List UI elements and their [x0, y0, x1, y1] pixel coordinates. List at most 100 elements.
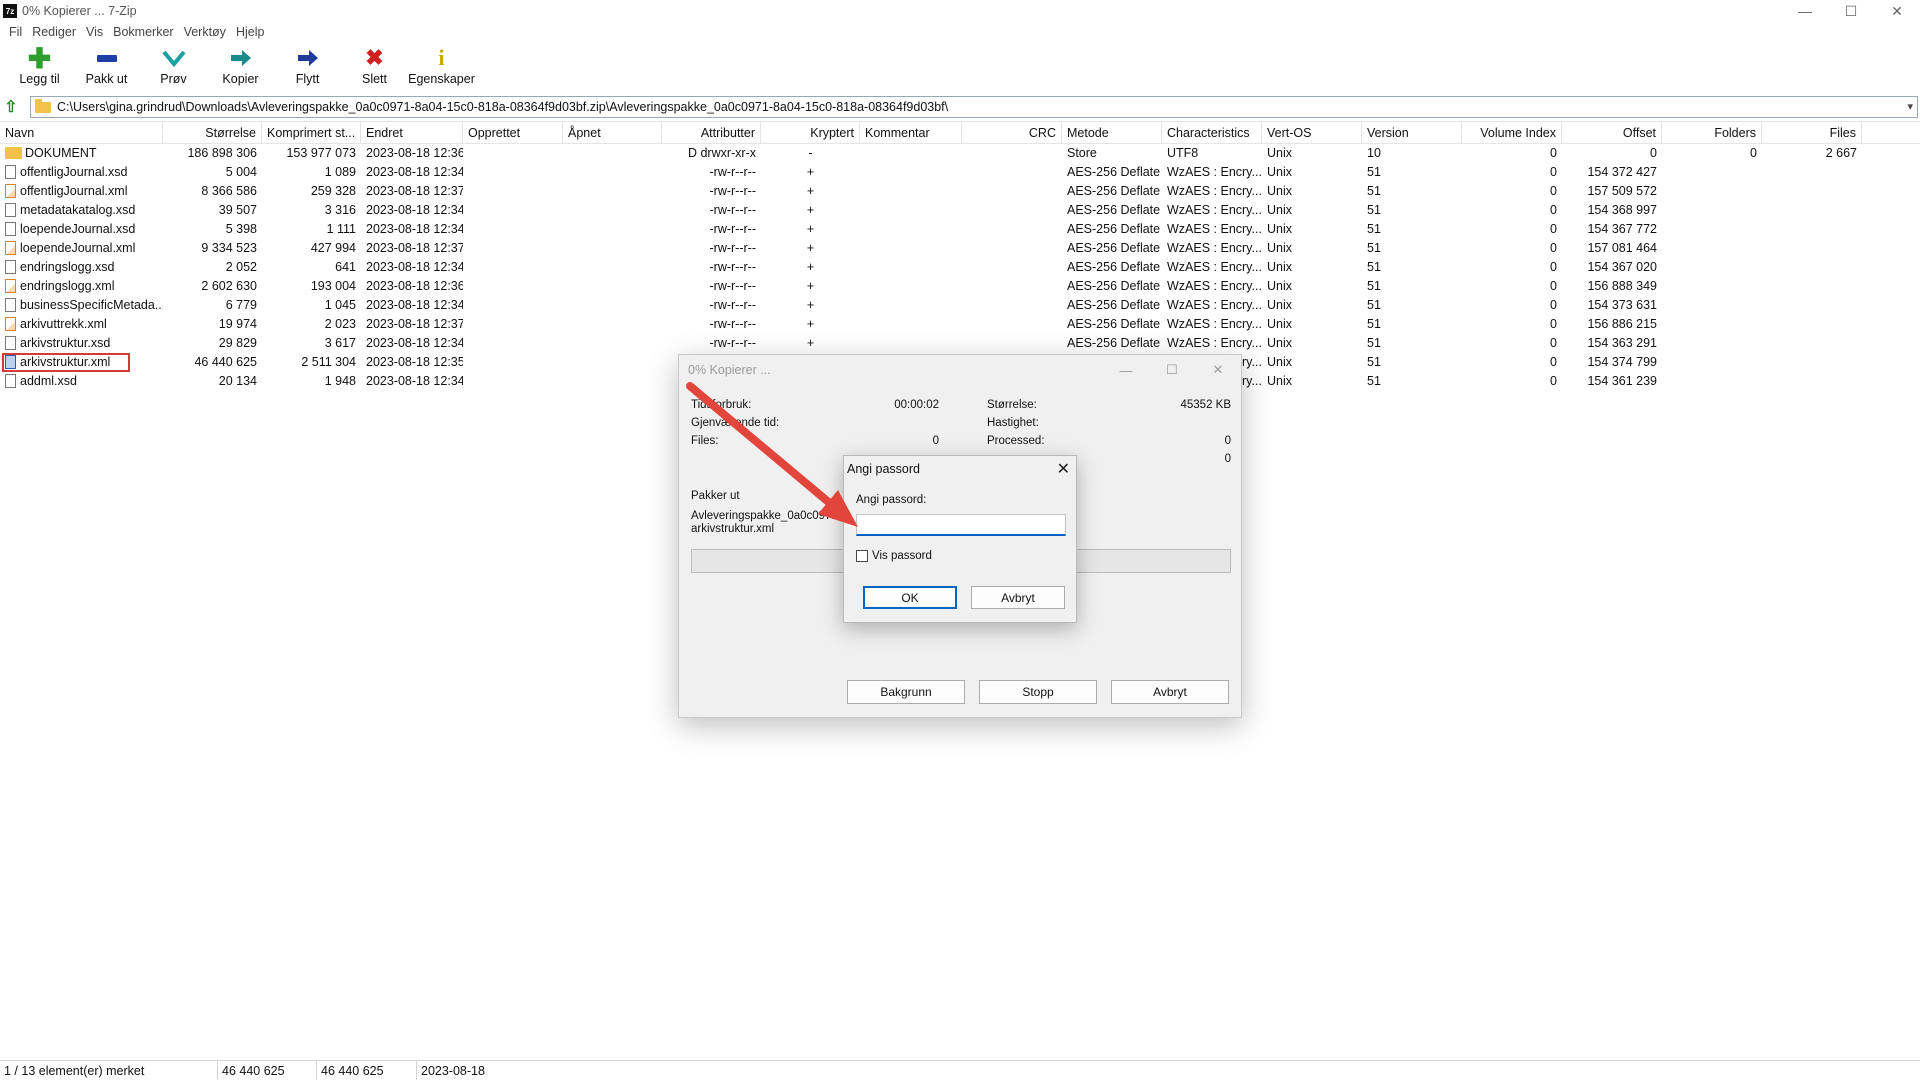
up-folder-button[interactable]: ⇧ — [0, 96, 22, 118]
stop-button[interactable]: Stopp — [979, 680, 1097, 704]
col-volume-index[interactable]: Volume Index — [1462, 122, 1562, 144]
cell-folders — [1662, 163, 1762, 182]
cell-size: 5 004 — [225, 165, 257, 179]
maximize-button[interactable]: ☐ — [1828, 0, 1874, 22]
cancel-button[interactable]: Avbryt — [971, 586, 1065, 609]
cell-packed: 193 004 — [310, 279, 356, 293]
cell-os: Unix — [1267, 260, 1293, 274]
background-button[interactable]: Bakgrunn — [847, 680, 965, 704]
minimize-button[interactable]: — — [1782, 0, 1828, 22]
col-name[interactable]: Navn — [0, 122, 163, 144]
table-row[interactable]: offentligJournal.xsd 5 004 1 089 2023-08-18… — [0, 163, 1920, 182]
folder-icon — [35, 98, 51, 113]
table-row[interactable]: arkivstruktur.xsd 29 829 3 617 2023-08-18 1… — [0, 334, 1920, 353]
col-accessed[interactable]: Åpnet — [563, 122, 662, 144]
elapsed-value: 00:00:02 — [894, 399, 939, 411]
col-files[interactable]: Files — [1762, 122, 1862, 144]
copy-button[interactable]: Kopier — [207, 43, 274, 93]
col-characteristics[interactable]: Characteristics — [1162, 122, 1262, 144]
progress-cancel-button[interactable]: Avbryt — [1111, 680, 1229, 704]
col-version[interactable]: Version — [1362, 122, 1462, 144]
table-row[interactable]: loependeJournal.xsd 5 398 1 111 2023-08-18 … — [0, 220, 1920, 239]
add-button[interactable]: ✚ Legg til — [6, 43, 73, 93]
menu-edit[interactable]: Rediger — [27, 25, 81, 39]
properties-button[interactable]: i Egenskaper — [408, 43, 475, 93]
cell-files — [1762, 239, 1862, 258]
progress-maximize-button[interactable]: ☐ — [1149, 355, 1195, 385]
cell-enc: + — [806, 165, 815, 179]
cell-method: AES-256 Deflate — [1067, 260, 1161, 274]
menu-help[interactable]: Hjelp — [231, 25, 270, 39]
current-file: arkivstruktur.xml — [691, 523, 775, 535]
table-row[interactable]: offentligJournal.xml 8 366 586 259 328 2023… — [0, 182, 1920, 201]
cell-files — [1762, 277, 1862, 296]
password-input[interactable] — [856, 514, 1066, 536]
arrow-right-icon — [296, 47, 320, 69]
cell-files — [1762, 182, 1862, 201]
col-modified[interactable]: Endret — [361, 122, 463, 144]
menu-file[interactable]: Fil — [4, 25, 27, 39]
cell-char: WzAES : Encry... — [1167, 241, 1262, 255]
progress-close-button[interactable]: ✕ — [1195, 355, 1241, 385]
cell-folders: 0 — [1750, 146, 1757, 160]
cell-ver: 51 — [1367, 260, 1381, 274]
col-packed[interactable]: Komprimert st... — [262, 122, 361, 144]
cell-char: WzAES : Encry... — [1167, 317, 1262, 331]
file-name: arkivuttrekk.xml — [20, 317, 107, 331]
checkbox-icon[interactable] — [856, 550, 868, 562]
cell-name: arkivuttrekk.xml — [0, 315, 163, 334]
cell-attr: -rw-r--r-- — [709, 241, 757, 255]
file-name: endringslogg.xsd — [20, 260, 115, 274]
col-host-os[interactable]: Vert-OS — [1262, 122, 1362, 144]
col-method[interactable]: Metode — [1062, 122, 1162, 144]
move-button[interactable]: Flytt — [274, 43, 341, 93]
col-folders[interactable]: Folders — [1662, 122, 1762, 144]
progress-minimize-button[interactable]: — — [1103, 355, 1149, 385]
cell-os: Unix — [1267, 203, 1293, 217]
col-created[interactable]: Opprettet — [463, 122, 563, 144]
table-row[interactable]: metadatakatalog.xsd 39 507 3 316 2023-08-18… — [0, 201, 1920, 220]
status-packed: 46 440 625 — [317, 1061, 417, 1080]
cell-size: 5 398 — [225, 222, 257, 236]
delete-button[interactable]: ✖ Slett — [341, 43, 408, 93]
close-icon[interactable]: ✕ — [1057, 459, 1070, 479]
table-row[interactable]: endringslogg.xml 2 602 630 193 004 2023-08-… — [0, 277, 1920, 296]
menu-tools[interactable]: Verktøy — [179, 25, 231, 39]
extract-label: Pakk ut — [85, 72, 128, 86]
cell-name: endringslogg.xml — [0, 277, 163, 296]
test-button[interactable]: Prøv — [140, 43, 207, 93]
extract-button[interactable]: Pakk ut — [73, 43, 140, 93]
cell-folders — [1662, 201, 1762, 220]
col-size[interactable]: Størrelse — [163, 122, 262, 144]
processed-value: 0 — [1224, 435, 1231, 447]
table-row[interactable]: endringslogg.xsd 2 052 641 2023-08-18 12:34… — [0, 258, 1920, 277]
table-row[interactable]: businessSpecificMetada... 6 779 1 045 2023-… — [0, 296, 1920, 315]
file-icon — [5, 336, 16, 350]
cell-ver: 51 — [1367, 336, 1381, 350]
cell-ver: 51 — [1367, 241, 1381, 255]
table-row[interactable]: loependeJournal.xml 9 334 523 427 994 2023-… — [0, 239, 1920, 258]
col-encrypted[interactable]: Kryptert — [761, 122, 860, 144]
double-arrow-icon — [229, 47, 253, 69]
close-button[interactable]: ✕ — [1874, 0, 1920, 22]
col-attributes[interactable]: Attributter — [662, 122, 761, 144]
table-row[interactable]: arkivuttrekk.xml 19 974 2 023 2023-08-18 12… — [0, 315, 1920, 334]
cell-files: 2 667 — [1825, 146, 1857, 160]
ok-button[interactable]: OK — [863, 586, 957, 609]
path-combobox[interactable]: C:\Users\gina.grindrud\Downloads\Avlever… — [30, 96, 1918, 118]
cell-attr: -rw-r--r-- — [709, 222, 757, 236]
col-offset[interactable]: Offset — [1562, 122, 1662, 144]
7zip-app-icon: 7z — [3, 4, 17, 18]
table-row[interactable]: DOKUMENT 186 898 306 153 977 073 2023-08-18… — [0, 144, 1920, 163]
show-password-checkbox[interactable]: Vis passord — [856, 550, 932, 562]
col-comment[interactable]: Kommentar — [860, 122, 962, 144]
chevron-down-icon[interactable]: ▾ — [1907, 100, 1913, 113]
col-crc[interactable]: CRC — [962, 122, 1062, 144]
cell-folders — [1662, 315, 1762, 334]
menu-view[interactable]: Vis — [81, 25, 108, 39]
menu-bookmarks[interactable]: Bokmerker — [108, 25, 178, 39]
file-name: DOKUMENT — [25, 146, 97, 160]
info-icon: i — [438, 45, 445, 70]
file-name: loependeJournal.xml — [20, 241, 136, 255]
status-selection: 1 / 13 element(er) merket — [0, 1061, 218, 1080]
